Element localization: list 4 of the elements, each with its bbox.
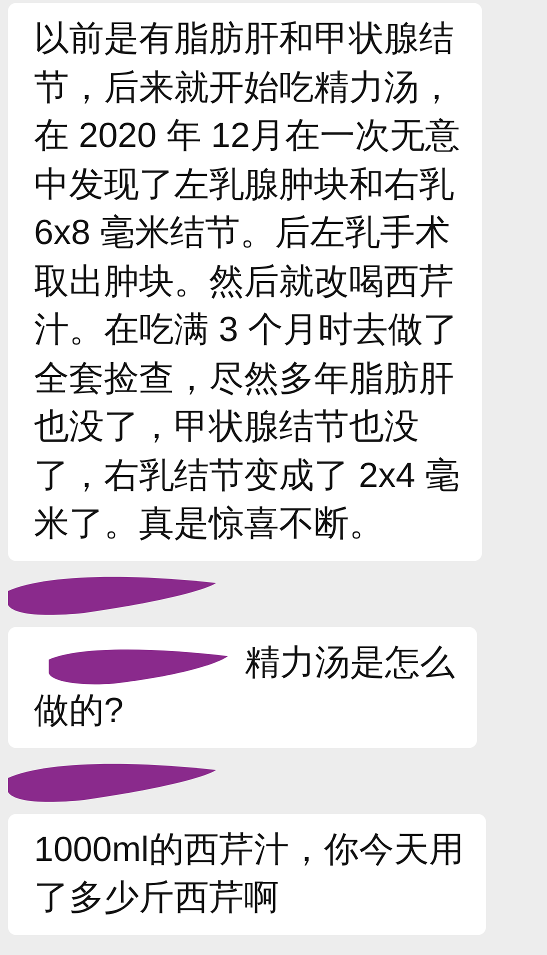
message-text: 做的? (34, 690, 124, 732)
message-text: 1000ml的西芹汁，你今天用 了多少斤西芹啊 (34, 828, 464, 919)
message-text: 精力汤是怎么 (245, 642, 455, 684)
message-text: 以前是有脂肪肝和甲状腺结 节，后来就开始吃精力汤， 在 2020 年 12月在一次无意 中发现了左乳腺肿块和右乳 6x8 毫米结节。后左乳手术 取出肿块。然后就改喝西芹 汁。在吃满 3 个月时去做了 全套捡查，尽然多年脂肪肝 也没了，甲状腺结节也没 了，右乳结节变成了 2x4 毫 米了。真是惊喜不断。 (34, 18, 460, 545)
